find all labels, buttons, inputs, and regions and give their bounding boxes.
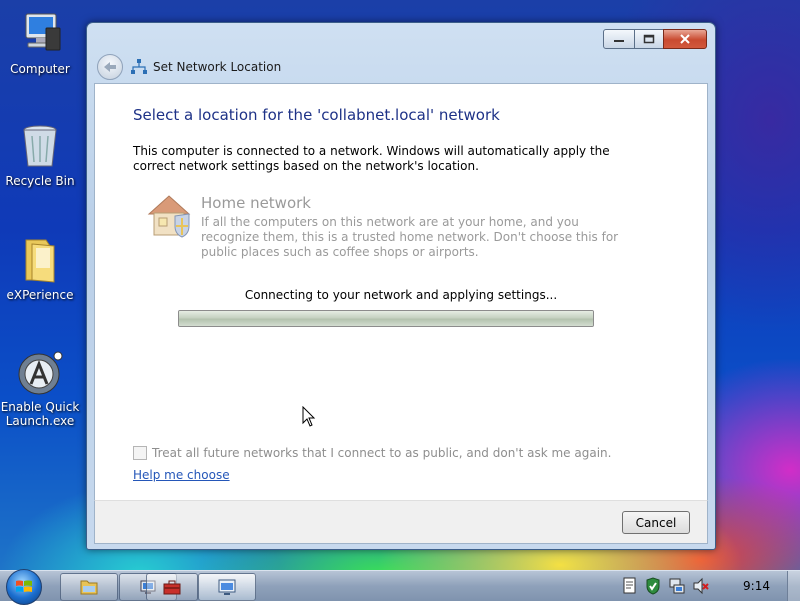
mouse-cursor-icon [302,406,316,427]
autoit-app-icon [16,348,64,396]
display-window-icon [218,579,236,595]
home-house-icon [145,192,195,238]
recycle-bin-icon [16,122,64,170]
back-button[interactable] [97,54,123,80]
system-tray: 9:14 [612,571,800,601]
computer-icon [16,10,64,58]
window-controls [603,29,707,49]
treat-public-label: Treat all future networks that I connect… [152,446,612,460]
taskbar-display-button[interactable] [198,573,256,601]
minimize-icon [614,40,624,42]
treat-public-checkbox-row[interactable]: Treat all future networks that I connect… [133,446,611,460]
page-description: This computer is connected to a network.… [133,144,610,173]
maximize-icon [643,34,655,44]
taskbar-toolbox-button[interactable] [146,573,198,601]
set-network-location-window: Set Network Location Select a location f… [86,22,716,550]
close-button[interactable] [663,29,707,49]
desktop-icon-label: Computer [10,62,70,76]
window-title-text: Set Network Location [153,60,282,74]
maximize-button[interactable] [634,29,664,49]
toolbox-icon [163,580,181,595]
action-center-shield-icon[interactable] [644,577,662,595]
desktop-icon-label: Recycle Bin [5,174,75,188]
option-description: If all the computers on this network are… [201,215,619,259]
folder-explorer-icon [80,580,98,595]
desktop-icon-recycle-bin[interactable]: Recycle Bin [0,122,80,188]
desktop-icon-label-line2: Launch.exe [5,414,75,428]
folder-icon [16,236,64,284]
show-desktop-button[interactable] [787,571,800,601]
back-arrow-icon [104,62,116,72]
desktop-icon-computer[interactable]: Computer [0,10,80,76]
desktop-icon-experience[interactable]: eXPerience [0,236,80,302]
windows-logo-icon [16,580,32,592]
desktop-icon-label-line1: Enable Quick [0,400,80,414]
document-tray-icon[interactable] [620,577,638,595]
cancel-button[interactable]: Cancel [622,511,690,534]
network-tray-icon[interactable] [668,577,686,595]
option-title: Home network [201,194,311,212]
taskbar: 9:14 [0,569,800,605]
dialog-footer: Cancel [94,500,708,544]
taskbar-clock[interactable]: 9:14 [743,579,770,593]
taskbar-explorer-button[interactable] [60,573,118,601]
treat-public-checkbox[interactable] [133,446,147,460]
dialog-content: Select a location for the 'collabnet.loc… [94,83,708,502]
desktop-icon-label: eXPerience [6,288,74,302]
desktop: Computer Recycle Bin eXPerience Enable Q… [0,0,800,570]
page-heading: Select a location for the 'collabnet.loc… [133,106,500,124]
network-icon [131,59,147,74]
help-me-choose-link[interactable]: Help me choose [133,468,230,482]
desktop-icon-enable-quick-launch[interactable]: Enable Quick Launch.exe [0,348,80,428]
progress-fill [179,311,593,326]
progress-label: Connecting to your network and applying … [244,288,558,302]
window-title: Set Network Location [131,58,281,76]
progress-bar [178,310,594,327]
close-icon [680,34,690,44]
home-network-option: Home network If all the computers on thi… [145,192,625,262]
minimize-button[interactable] [603,29,635,49]
volume-muted-icon[interactable] [692,577,710,595]
